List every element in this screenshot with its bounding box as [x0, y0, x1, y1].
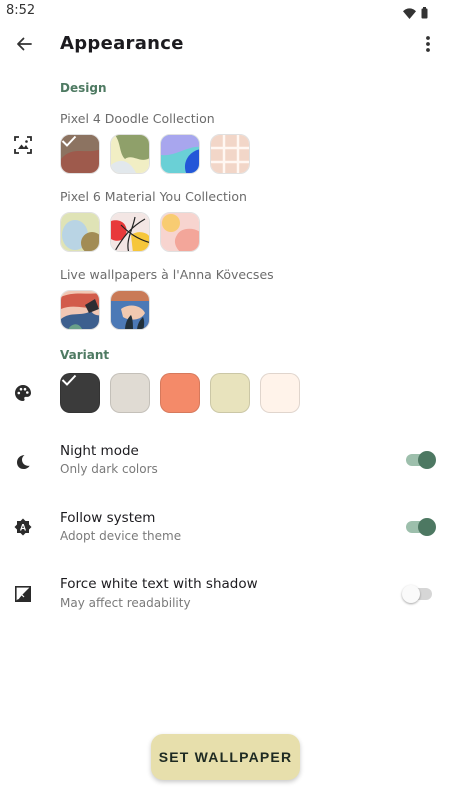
follow-system-title: Follow system: [60, 510, 156, 526]
pixel6-wallpaper-row: [60, 212, 200, 252]
app-bar: Appearance: [0, 22, 450, 66]
variant-swatch-coral[interactable]: [160, 373, 200, 413]
force-white-text-title: Force white text with shadow: [60, 576, 258, 592]
wallpaper-thumb-pixel4-2[interactable]: [110, 134, 150, 174]
wallpaper-thumb-pixel6-2[interactable]: [110, 212, 150, 252]
variant-swatch-gray[interactable]: [110, 373, 150, 413]
wallpaper-thumb-live-1[interactable]: [60, 290, 100, 330]
follow-system-toggle[interactable]: [402, 516, 436, 538]
arrow-back-icon: [17, 37, 32, 51]
auto-mode-icon: A: [13, 517, 33, 537]
design-section-label: Design: [60, 81, 107, 95]
wallpaper-thumb-pixel4-1[interactable]: [60, 134, 100, 174]
variant-swatch-light[interactable]: [260, 373, 300, 413]
night-mode-subtitle: Only dark colors: [60, 462, 158, 476]
wallpaper-thumb-pixel4-3[interactable]: [160, 134, 200, 174]
variant-section-label: Variant: [60, 348, 110, 362]
collection-title-pixel6: Pixel 6 Material You Collection: [60, 189, 247, 204]
follow-system-subtitle: Adopt device theme: [60, 529, 182, 543]
wallpaper-thumb-pixel6-3[interactable]: [160, 212, 200, 252]
wallpaper-thumb-pixel6-1[interactable]: [60, 212, 100, 252]
wallpaper-thumb-live-2[interactable]: [110, 290, 150, 330]
force-white-text-toggle[interactable]: [402, 583, 436, 605]
collection-title-live: Live wallpapers à l'Anna Kövecses: [60, 267, 274, 282]
wallpaper-icon: [13, 135, 33, 155]
contrast-icon: [13, 584, 33, 604]
night-mode-toggle[interactable]: [402, 449, 436, 471]
variant-swatch-dark[interactable]: [60, 373, 100, 413]
more-vert-icon: [426, 36, 430, 52]
force-white-text-subtitle: May affect readability: [60, 596, 191, 610]
status-bar: 8:52: [0, 0, 450, 22]
svg-text:A: A: [20, 523, 27, 533]
selected-check-icon: [61, 135, 99, 173]
live-wallpaper-row: [60, 290, 150, 330]
status-icons: [403, 4, 428, 23]
set-wallpaper-button[interactable]: SET WALLPAPER: [151, 734, 300, 780]
collection-title-pixel4: Pixel 4 Doodle Collection: [60, 111, 215, 126]
night-mode-title: Night mode: [60, 443, 139, 459]
palette-icon: [13, 383, 33, 403]
pixel4-wallpaper-row: [60, 134, 250, 174]
variant-swatch-cream[interactable]: [210, 373, 250, 413]
selected-check-icon: [61, 374, 99, 412]
wallpaper-thumb-pixel4-4[interactable]: [210, 134, 250, 174]
back-button[interactable]: [10, 30, 38, 58]
moon-icon: [13, 452, 33, 472]
battery-icon: [421, 4, 428, 23]
overflow-menu-button[interactable]: [416, 30, 440, 58]
variant-color-row: [60, 373, 300, 413]
page-title: Appearance: [60, 33, 184, 54]
wifi-icon: [403, 4, 416, 23]
status-time: 8:52: [6, 3, 36, 18]
